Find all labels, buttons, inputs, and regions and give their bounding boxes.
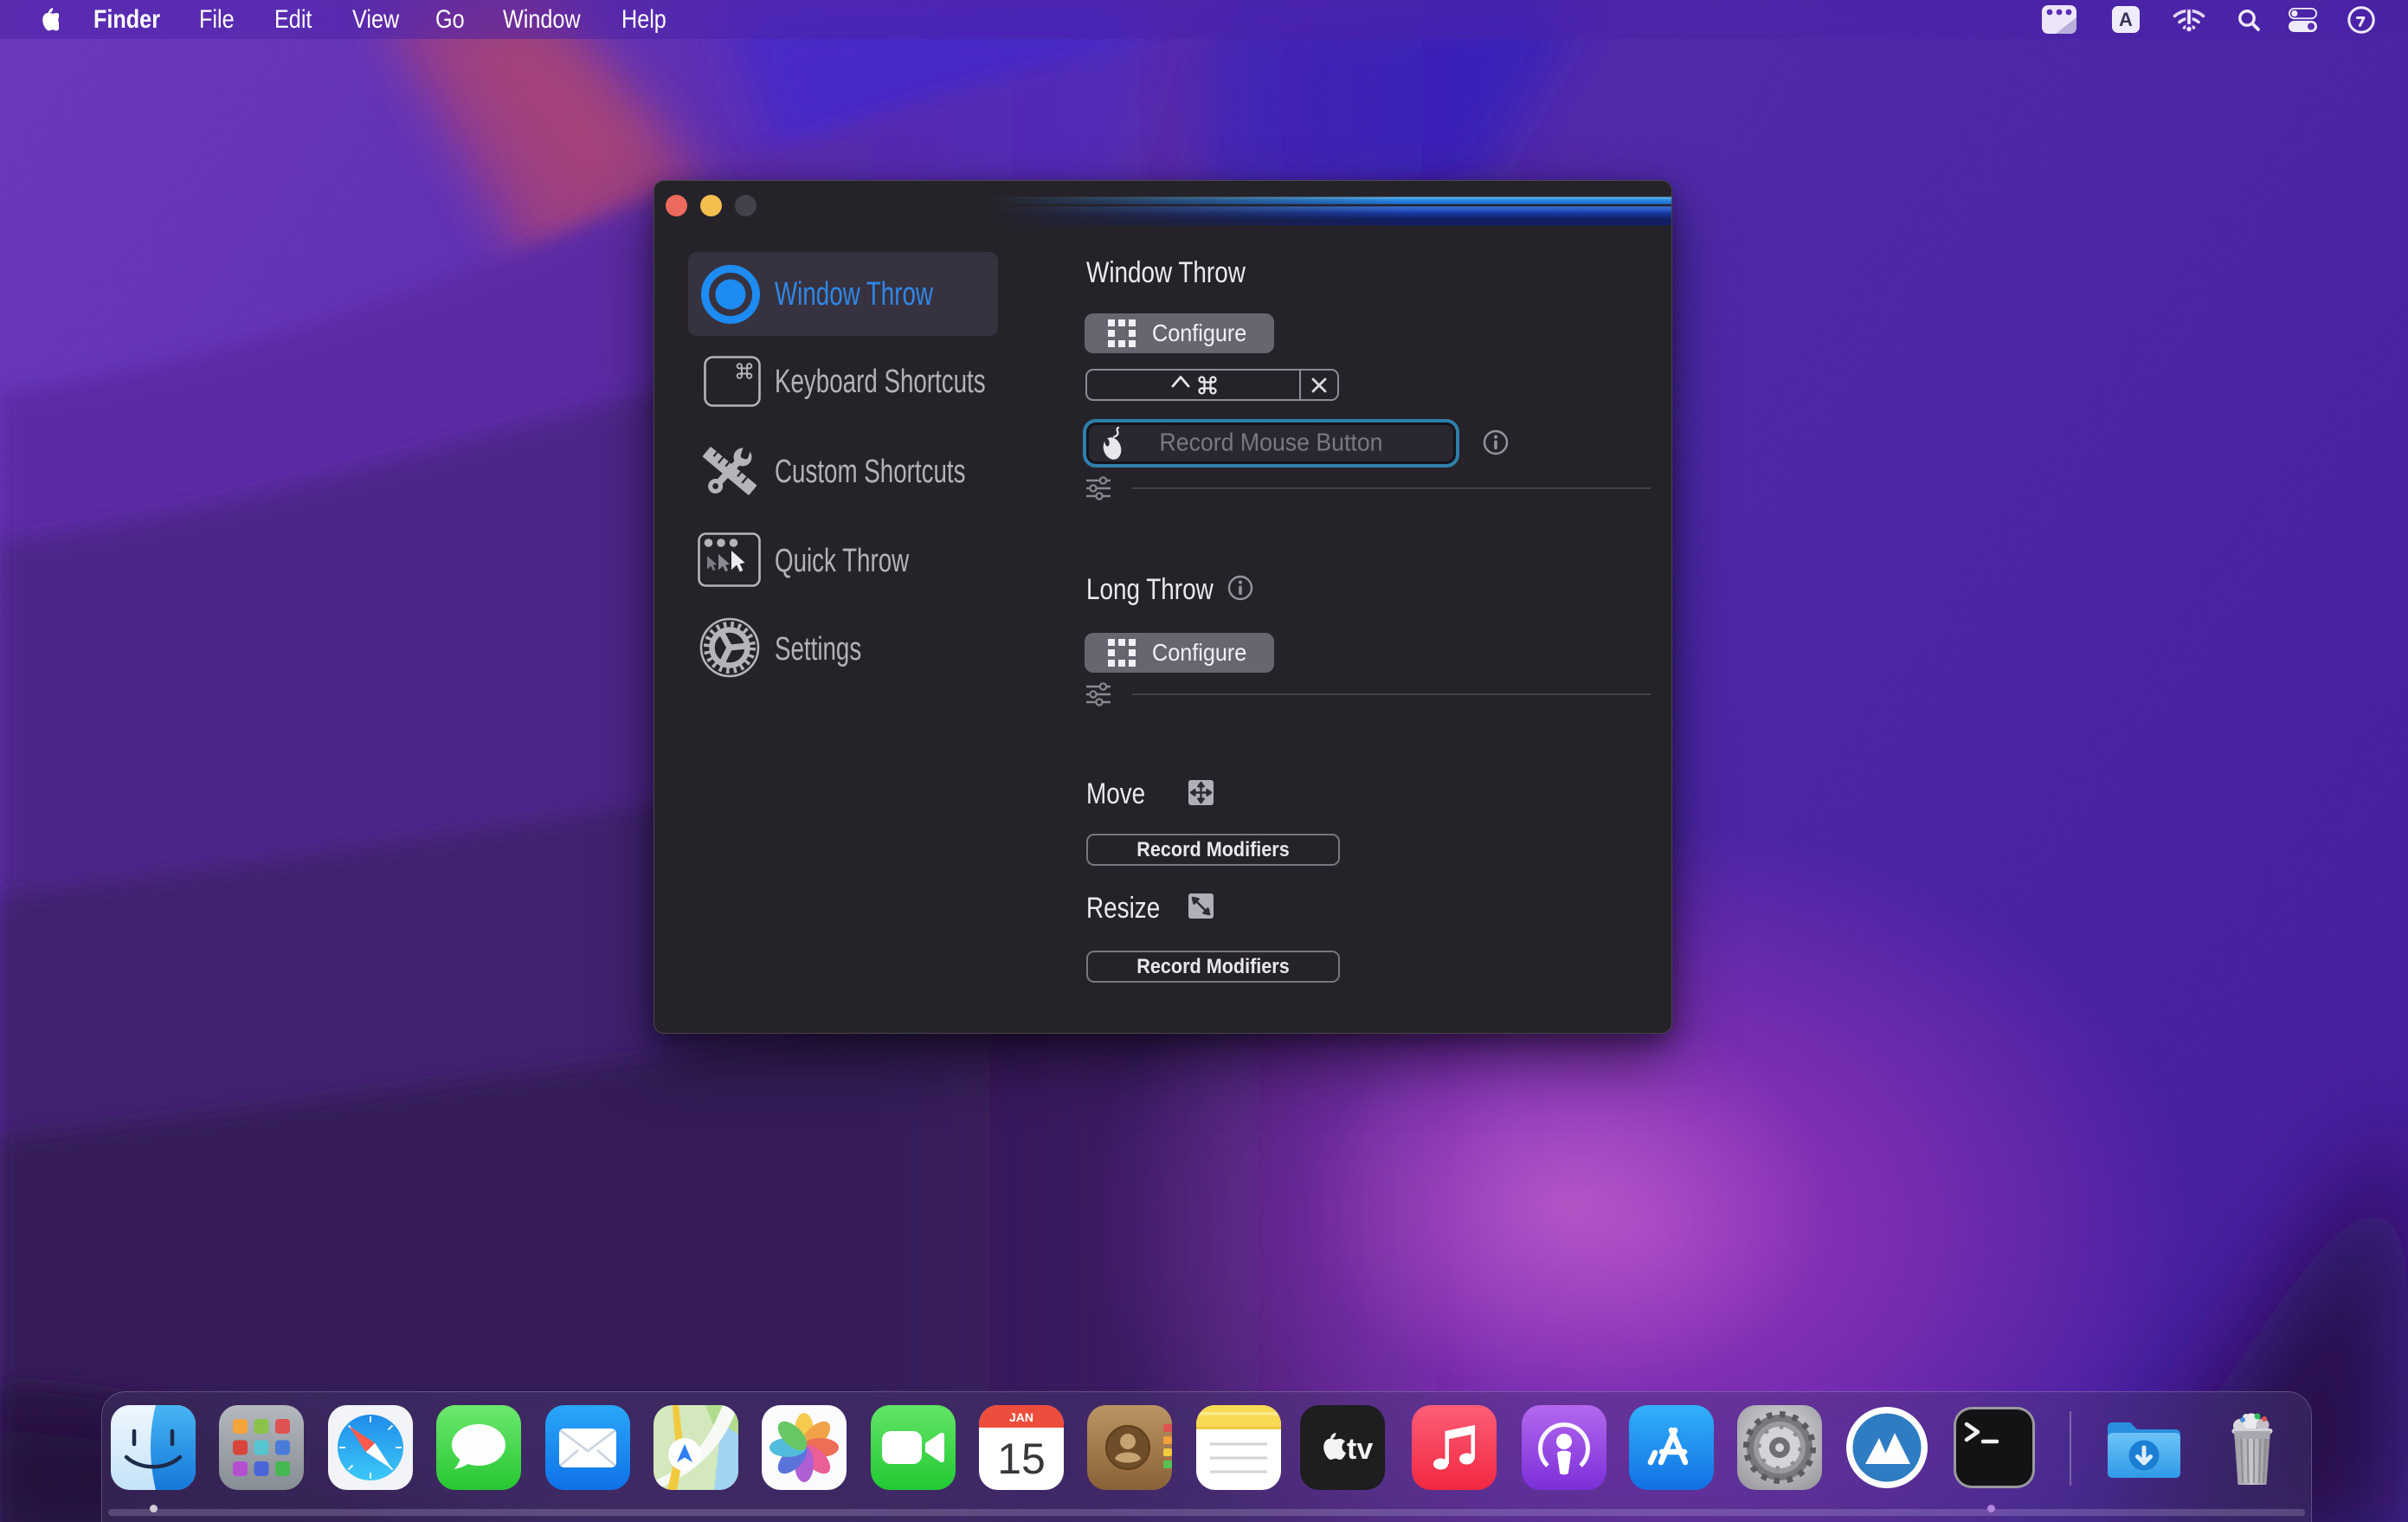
svg-text:15: 15: [997, 1435, 1046, 1483]
svg-text:A: A: [2119, 9, 2133, 30]
svg-text:tv: tv: [1347, 1433, 1373, 1466]
svg-text:JAN: JAN: [1009, 1410, 1033, 1424]
